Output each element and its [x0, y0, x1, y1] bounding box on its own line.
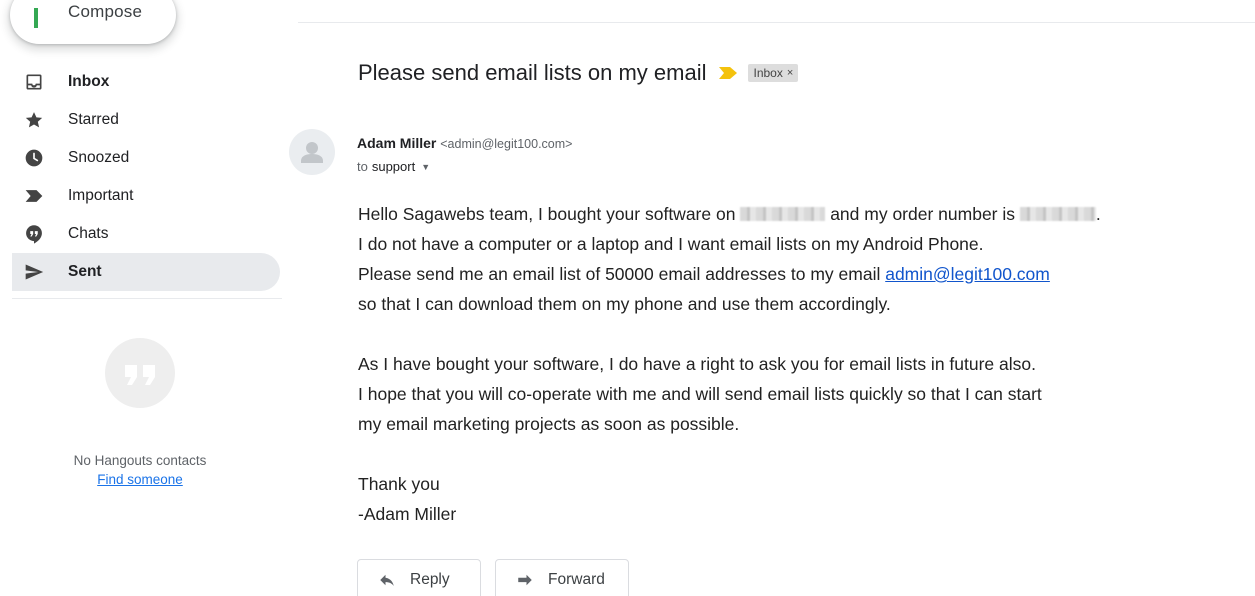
- compose-plus-icon: [34, 8, 38, 28]
- star-icon: [22, 108, 46, 132]
- body-line: As I have bought your software, I do hav…: [358, 354, 1036, 374]
- reply-button[interactable]: Reply: [357, 559, 481, 596]
- hangouts-quote-icon: [105, 338, 175, 408]
- body-line: Please send me an email list of 50000 em…: [358, 259, 1255, 289]
- reply-label: Reply: [410, 571, 450, 588]
- hangouts-empty-text: No Hangouts contacts: [73, 453, 207, 468]
- forward-label: Forward: [548, 571, 605, 588]
- sidebar-nav: Inbox Starred Snoozed Important Chats Se…: [12, 63, 280, 291]
- body-line: I do not have a computer or a laptop and…: [358, 234, 984, 254]
- sidebar-item-label: Starred: [68, 111, 119, 128]
- hangouts-panel: No Hangouts contacts Find someone: [55, 338, 225, 489]
- body-text: Please send me an email list of 50000 em…: [358, 264, 881, 284]
- forward-button[interactable]: Forward: [495, 559, 629, 596]
- recipient-name: support: [371, 159, 416, 174]
- sender-line: Adam Miller <admin@legit100.com>: [357, 135, 572, 151]
- forward-icon: [518, 574, 532, 586]
- chat-icon: [22, 222, 46, 246]
- sidebar-item-starred[interactable]: Starred: [12, 101, 280, 139]
- email-link[interactable]: admin@legit100.com: [885, 264, 1050, 284]
- sidebar-item-label: Important: [68, 187, 134, 204]
- email-body: Hello Sagawebs team, I bought your softw…: [358, 199, 1255, 529]
- reply-icon: [380, 574, 394, 586]
- remove-label-icon[interactable]: ×: [787, 67, 793, 79]
- body-text: .: [1095, 204, 1101, 224]
- sender-email: <admin@legit100.com>: [440, 137, 573, 151]
- send-icon: [22, 260, 46, 284]
- body-line: I hope that you will co-operate with me …: [358, 384, 1042, 404]
- clock-icon: [22, 146, 46, 170]
- inbox-label-chip: Inbox ×: [748, 64, 799, 82]
- sidebar-item-sent[interactable]: Sent: [12, 253, 280, 291]
- redacted-order-number: [1019, 207, 1096, 221]
- sidebar-item-label: Inbox: [68, 73, 110, 90]
- sidebar: Compose Inbox Starred Snoozed Important …: [0, 0, 290, 596]
- find-someone-link[interactable]: Find someone: [97, 472, 183, 487]
- compose-label: Compose: [68, 2, 143, 21]
- body-text: Hello Sagawebs team, I bought your softw…: [358, 204, 736, 224]
- body-line: my email marketing projects as soon as p…: [358, 414, 740, 434]
- sidebar-item-important[interactable]: Important: [12, 177, 280, 215]
- important-icon: [22, 184, 46, 208]
- default-avatar-icon: [301, 142, 323, 163]
- body-line: Thank you: [358, 474, 440, 494]
- message-actions: Reply Forward: [357, 559, 629, 596]
- sidebar-item-inbox[interactable]: Inbox: [12, 63, 280, 101]
- sidebar-item-label: Sent: [68, 263, 102, 280]
- sender-avatar: [289, 129, 335, 175]
- recipients-toggle[interactable]: to support ▼: [357, 159, 430, 174]
- sidebar-divider: [12, 298, 282, 299]
- sender-name: Adam Miller: [357, 135, 437, 151]
- body-line: -Adam Miller: [358, 504, 457, 524]
- importance-marker-icon[interactable]: [718, 66, 738, 80]
- subject-row: Please send email lists on my email Inbo…: [358, 60, 799, 86]
- email-subject: Please send email lists on my email: [358, 60, 707, 85]
- gmail-window: Compose Inbox Starred Snoozed Important …: [0, 0, 1255, 596]
- body-text: and my order number is: [830, 204, 1016, 224]
- body-line: so that I can download them on my phone …: [358, 294, 891, 314]
- chevron-down-icon: ▼: [421, 161, 431, 172]
- sidebar-item-snoozed[interactable]: Snoozed: [12, 139, 280, 177]
- body-line: Hello Sagawebs team, I bought your softw…: [358, 199, 1255, 229]
- sidebar-item-label: Chats: [68, 225, 109, 242]
- toolbar-divider: [298, 22, 1255, 23]
- label-chip-text: Inbox: [753, 66, 783, 80]
- redacted-date: [740, 207, 826, 221]
- inbox-icon: [22, 70, 46, 94]
- sidebar-item-chats[interactable]: Chats: [12, 215, 280, 253]
- compose-button[interactable]: Compose: [10, 0, 176, 44]
- sidebar-item-label: Snoozed: [68, 149, 130, 166]
- recipients-prefix: to: [357, 159, 368, 174]
